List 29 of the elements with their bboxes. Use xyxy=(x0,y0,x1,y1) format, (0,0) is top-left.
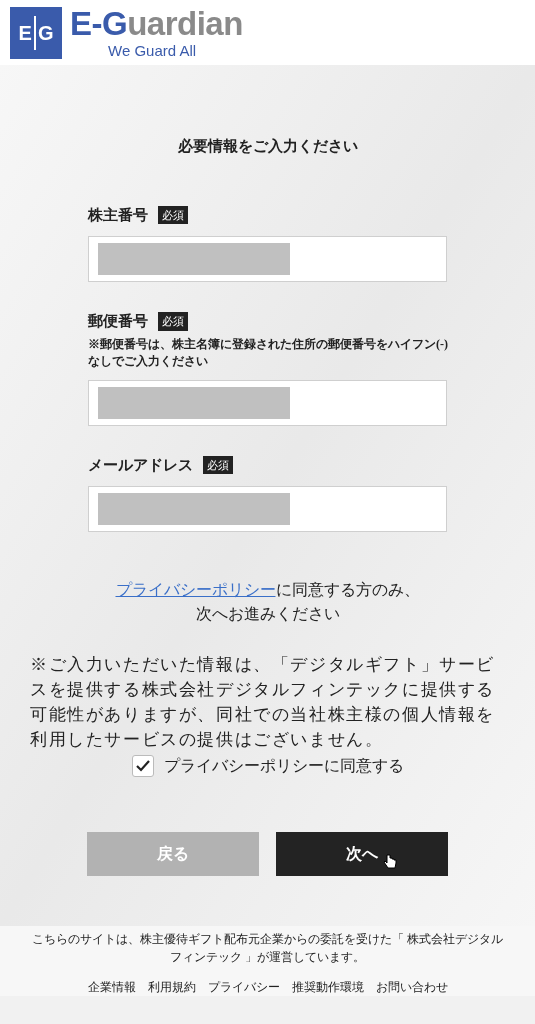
wordmark: E-Guardian xyxy=(70,5,243,42)
footer-text: こちらのサイトは、株主優待ギフト配布元企業からの委託を受けた「 株式会社デジタルフィンテック 」が運営しています。 xyxy=(31,931,504,966)
checkbox-label: プライバシーポリシーに同意する xyxy=(163,756,404,776)
next-button[interactable]: 次へ xyxy=(276,832,448,876)
input-field[interactable] xyxy=(88,486,447,532)
consent-text: 次へお進みください xyxy=(194,604,341,624)
input-field[interactable] xyxy=(88,379,447,426)
footer-link[interactable]: 推奨動作環境 xyxy=(291,978,364,996)
input-field[interactable] xyxy=(88,236,447,282)
notice-text: ※ご入力いただいた情報は、「デジタルギフト」サービスを提供する株式会社デジタルフィンテックに提供する可能性がありますが、同社での当社株主様の個人情報を利用したサービスの提供はございません。 xyxy=(30,654,496,751)
tagline: We Guard All xyxy=(107,41,198,60)
footer-link[interactable]: お問い合わせ xyxy=(375,978,448,996)
field-label: メールアドレス xyxy=(88,455,193,475)
required-badge: 必須 xyxy=(158,205,188,224)
footer-link[interactable]: 利用規約 xyxy=(147,978,196,996)
field-label: 郵便番号 xyxy=(88,312,148,331)
consent-text: に同意する方のみ、 xyxy=(275,581,420,598)
checkbox[interactable] xyxy=(131,755,154,777)
field-note: ※郵便番号は、株主名簿に登録された住所の郵便番号をハイフン(-)なしでご入力ください xyxy=(88,335,449,370)
field-label: 株主番号 xyxy=(88,205,148,225)
privacy-policy-link[interactable]: プライバシーポリシー xyxy=(115,581,276,598)
check-icon xyxy=(135,760,150,772)
logo-mark: E G xyxy=(10,6,62,59)
required-badge: 必須 xyxy=(203,455,233,474)
footer-link[interactable]: 企業情報 xyxy=(87,978,136,996)
hand-cursor-icon xyxy=(383,854,397,870)
required-badge: 必須 xyxy=(158,312,188,331)
footer-link[interactable]: プライバシー xyxy=(207,978,280,996)
form-title: 必要情報をご入力ください xyxy=(176,137,359,156)
